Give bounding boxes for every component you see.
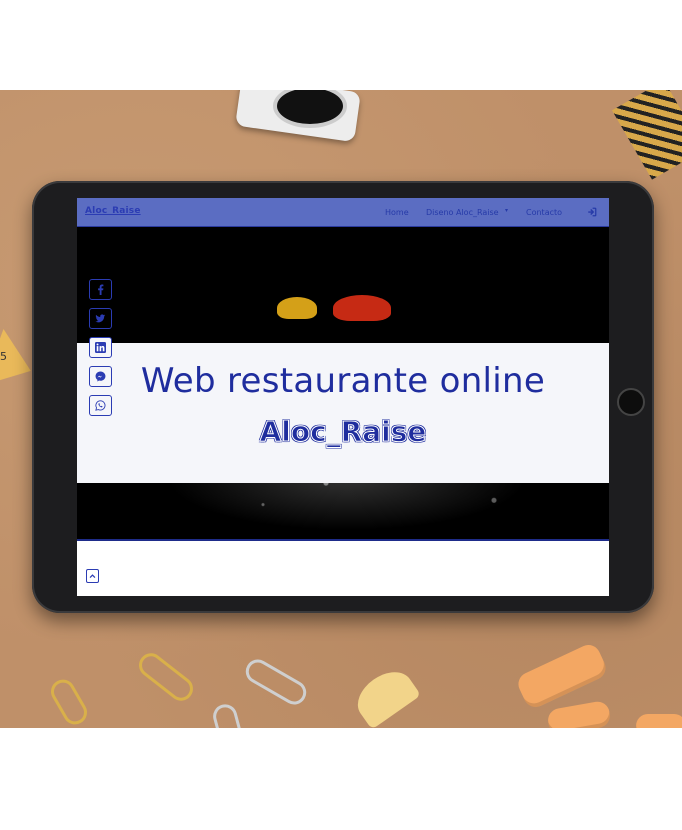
hero-banner: Web restaurante online Aloc_Raise — [77, 343, 609, 483]
hero-image: Web restaurante online Aloc_Raise — [77, 227, 609, 541]
caret-down-icon[interactable]: ▾ — [505, 207, 508, 214]
facebook-button[interactable] — [89, 279, 112, 300]
whatsapp-icon — [95, 400, 106, 411]
hero-divider — [77, 539, 609, 541]
tablet-home-button — [617, 388, 645, 416]
paperclip-decor — [210, 701, 246, 728]
paperclip-decor — [46, 675, 92, 728]
pencil-decor — [348, 662, 422, 728]
messenger-button[interactable] — [89, 366, 112, 387]
nav-home[interactable]: Home — [385, 208, 409, 217]
eraser-decor — [636, 714, 682, 728]
twitter-icon — [95, 314, 106, 323]
twitter-button[interactable] — [89, 308, 112, 329]
brand-link[interactable]: Aloc_Raise — [85, 206, 141, 216]
triangle-number: 5 — [0, 350, 7, 363]
linkedin-button[interactable] — [89, 337, 112, 358]
paperclip-decor — [241, 655, 311, 709]
pepper-image — [333, 295, 391, 321]
chevron-up-icon — [89, 573, 96, 578]
hero-title: Web restaurante online — [140, 361, 546, 401]
pepper-image — [277, 297, 317, 319]
notebook-decor — [612, 90, 682, 180]
nav-contacto[interactable]: Contacto — [526, 208, 562, 217]
eraser-decor — [514, 641, 610, 711]
facebook-icon — [98, 284, 104, 295]
hero-subtitle: Aloc_Raise — [259, 415, 427, 449]
tablet-screen: Aloc_Raise Home Diseno Aloc_Raise ▾ Cont… — [77, 198, 609, 596]
scroll-to-top-button[interactable] — [86, 569, 99, 583]
paperclip-decor — [134, 648, 198, 706]
navbar: Aloc_Raise Home Diseno Aloc_Raise ▾ Cont… — [77, 198, 609, 227]
messenger-icon — [95, 371, 106, 382]
linkedin-icon — [95, 342, 106, 353]
sign-in-icon[interactable] — [587, 207, 597, 217]
nav-diseno-dropdown[interactable]: Diseno Aloc_Raise — [426, 208, 499, 217]
whatsapp-button[interactable] — [89, 395, 112, 416]
eraser-decor — [546, 699, 612, 728]
